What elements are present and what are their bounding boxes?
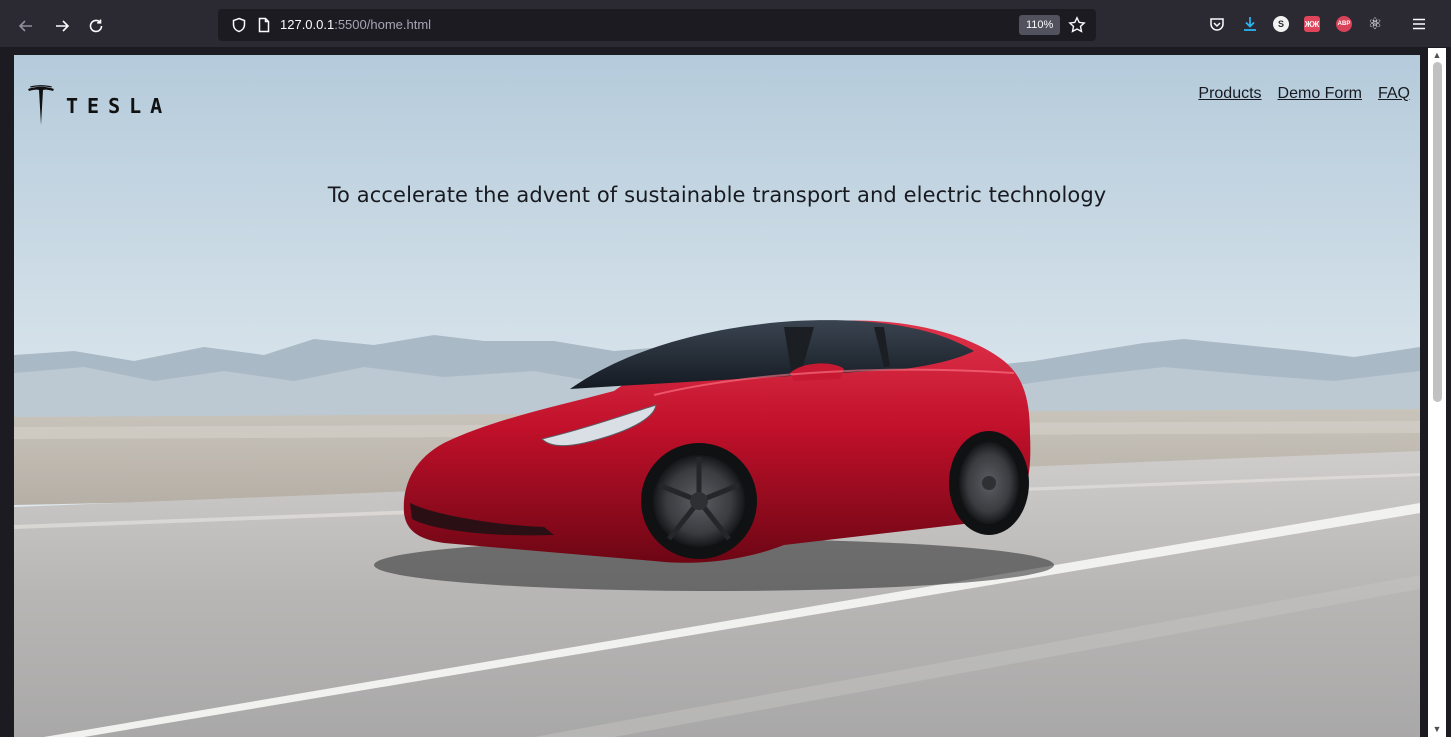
reload-icon[interactable]: [84, 14, 108, 38]
react-devtools-icon[interactable]: ⚛: [1366, 15, 1384, 33]
react-devtools-glyph: ⚛: [1367, 16, 1383, 33]
hamburger-menu-icon[interactable]: [1410, 15, 1428, 33]
scroll-up-icon[interactable]: ▲: [1432, 50, 1442, 60]
adblock-plus-icon[interactable]: ABP: [1335, 15, 1353, 33]
scroll-down-icon[interactable]: ▼: [1432, 724, 1442, 734]
nav-products-link[interactable]: Products: [1198, 85, 1261, 103]
forward-arrow-icon[interactable]: [50, 14, 74, 38]
back-arrow-icon[interactable]: [14, 14, 38, 38]
tesla-t-icon: [28, 85, 54, 125]
hero-image: [14, 55, 1420, 737]
grid-extension-icon[interactable]: ЖЖ: [1303, 15, 1321, 33]
page-viewport: TESLA Products Demo Form FAQ To accelera…: [14, 55, 1420, 737]
nav-demo-form-link[interactable]: Demo Form: [1278, 85, 1362, 103]
logo-wordmark: TESLA: [66, 94, 172, 118]
zoom-level-badge[interactable]: 110%: [1019, 15, 1061, 35]
url-host: 127.0.0.1: [280, 17, 335, 32]
tesla-logo[interactable]: TESLA: [26, 85, 171, 127]
pocket-icon[interactable]: [1208, 15, 1226, 33]
mission-statement: To accelerate the advent of sustainable …: [327, 183, 1107, 207]
download-icon[interactable]: [1241, 15, 1259, 33]
nav-faq-link[interactable]: FAQ: [1378, 85, 1410, 103]
url-text[interactable]: 127.0.0.1:5500/home.html: [280, 17, 431, 32]
url-path: :5500/home.html: [334, 17, 432, 32]
browser-toolbar: 127.0.0.1:5500/home.html 110% S ЖЖ ABP ⚛: [0, 0, 1451, 48]
shield-icon[interactable]: [231, 17, 247, 33]
top-nav: Products Demo Form FAQ: [1198, 85, 1410, 103]
url-bar[interactable]: 127.0.0.1:5500/home.html 110%: [218, 9, 1096, 41]
s-extension-icon[interactable]: S: [1272, 15, 1290, 33]
page-scrollbar[interactable]: ▲ ▼: [1428, 48, 1446, 737]
star-icon[interactable]: [1068, 16, 1086, 34]
page-icon[interactable]: [256, 17, 272, 33]
scrollbar-thumb[interactable]: [1433, 62, 1442, 402]
